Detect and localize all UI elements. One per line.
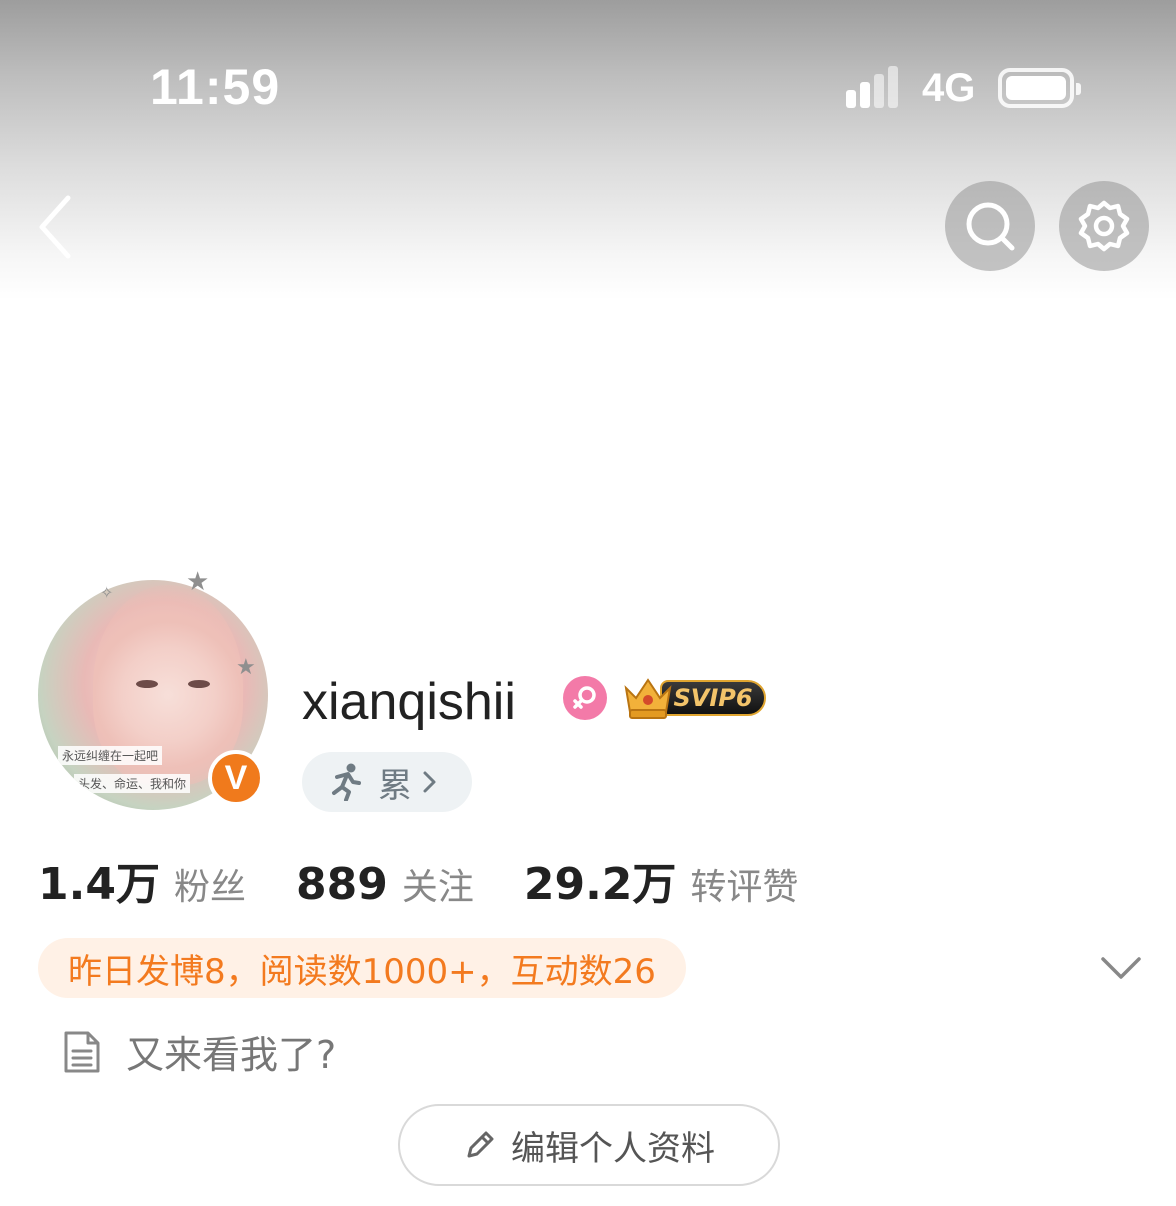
stats-row: 1.4万 粉丝 889 关注 29.2万 转评赞 [38,848,848,912]
mood-status-label: 累 [378,765,412,806]
mood-status-pill[interactable]: 累 [302,752,472,812]
edit-profile-label: 编辑个人资料 [511,1128,715,1169]
chevron-down-icon[interactable] [1098,950,1144,984]
stat-following[interactable]: 889 关注 [296,858,474,910]
chevron-left-icon [39,195,71,259]
chevron-right-icon [423,771,436,793]
status-time: 11:59 [150,59,281,115]
pencil-icon [467,1131,494,1158]
gear-icon [1078,200,1130,252]
bio-text: 又来看我了? [126,1033,337,1077]
battery-icon [998,68,1081,108]
stat-followers[interactable]: 1.4万 粉丝 [38,848,246,912]
avatar-caption: 永远纠缠在一起吧 [58,746,163,765]
stat-value: 29.2万 [523,859,677,910]
back-button[interactable] [34,192,84,262]
stat-interactions[interactable]: 29.2万 转评赞 [524,848,799,912]
stat-label: 关注 [401,867,474,908]
verified-badge: V [208,750,264,806]
stat-label: 粉丝 [173,867,246,908]
stat-value: 889 [295,859,388,910]
bio-row: 又来看我了? [62,1024,336,1079]
search-icon [966,202,1015,251]
avatar-caption: 头发、命运、我和你 [74,774,191,793]
running-person-icon [332,763,361,801]
document-icon [64,1031,100,1072]
svip-badge[interactable]: SVIP6 [620,672,770,722]
star-decoration-icon: ★ [186,566,210,596]
activity-summary[interactable]: 昨日发博8，阅读数1000+，互动数26 [38,938,686,998]
network-type: 4G [922,66,976,110]
female-gender-icon [563,676,607,720]
sparkle-icon: ✧ [100,585,114,602]
edit-profile-button[interactable]: 编辑个人资料 [398,1104,780,1186]
settings-button[interactable] [1059,181,1149,271]
crown-icon [624,678,672,719]
stat-value: 1.4万 [38,859,160,910]
username: xianqishii [302,673,516,731]
star-decoration-icon: ★ [236,654,256,679]
search-button[interactable] [945,181,1035,271]
signal-strength-icon [846,66,906,108]
stat-label: 转评赞 [690,867,799,908]
profile-page: 11:59 4G 永远纠缠在一起吧 头发、命运、我和你 ★ ★ ✧ V xian… [0,0,1176,1206]
